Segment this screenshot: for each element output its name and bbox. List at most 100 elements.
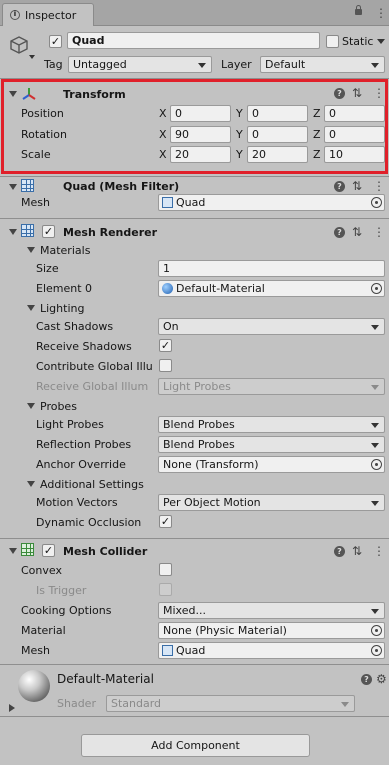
receive-shadows-checkbox[interactable]: ✓ [159, 339, 172, 352]
lighting-foldout-arrow-icon[interactable] [27, 305, 35, 311]
mesh-collider-menu-icon[interactable]: ⋮ [373, 544, 385, 558]
receive-shadows-label: Receive Shadows [36, 340, 132, 353]
collider-mesh-label: Mesh [21, 644, 50, 657]
mesh-renderer-presets-icon[interactable]: ⇅ [352, 225, 362, 239]
contribute-gi-label: Contribute Global Illu [36, 360, 153, 373]
transform-title: Transform [63, 88, 126, 101]
probes-label: Probes [40, 400, 77, 413]
scale-z-label[interactable]: Z [313, 148, 321, 161]
element0-value: Default-Material [176, 282, 265, 295]
light-probes-dropdown[interactable]: Blend Probes [158, 416, 385, 433]
cast-shadows-label: Cast Shadows [36, 320, 114, 333]
mesh-renderer-menu-icon[interactable]: ⋮ [373, 225, 385, 239]
rotation-x-label[interactable]: X [159, 128, 167, 141]
mesh-collider-help-icon[interactable]: ? [334, 546, 345, 557]
gameobject-name-field[interactable]: Quad [67, 32, 320, 49]
material-gear-icon[interactable]: ⚙ [376, 672, 387, 686]
collider-material-picker-icon[interactable] [371, 625, 382, 636]
cast-shadows-dropdown[interactable]: On [158, 318, 385, 335]
icon-dropdown-arrow-icon[interactable] [29, 55, 35, 59]
mesh-collider-presets-icon[interactable]: ⇅ [352, 544, 362, 558]
mesh-filter-foldout-arrow-icon[interactable] [9, 184, 17, 190]
motion-vectors-dropdown[interactable]: Per Object Motion [158, 494, 385, 511]
position-label: Position [21, 107, 64, 120]
material-foldout-arrow-icon[interactable] [9, 704, 15, 712]
mesh-filter-mesh-picker-icon[interactable] [371, 197, 382, 208]
position-x-field[interactable]: 0 [170, 105, 231, 122]
anchor-override-field[interactable]: None (Transform) [158, 456, 385, 473]
mesh-filter-title: Quad (Mesh Filter) [63, 180, 180, 193]
mesh-icon [162, 645, 173, 656]
static-checkbox[interactable] [326, 35, 339, 48]
mesh-collider-enabled-checkbox[interactable]: ✓ [42, 544, 55, 557]
is-trigger-label: Is Trigger [36, 584, 87, 597]
mesh-renderer-icon [21, 224, 34, 237]
size-field[interactable]: 1 [158, 260, 385, 277]
transform-menu-icon[interactable]: ⋮ [373, 86, 385, 100]
transform-foldout-arrow-icon[interactable] [9, 91, 17, 97]
shader-dropdown: Standard [106, 695, 355, 712]
mesh-filter-menu-icon[interactable]: ⋮ [373, 179, 385, 193]
mesh-filter-help-icon[interactable]: ? [334, 181, 345, 192]
material-help-icon[interactable]: ? [361, 674, 372, 685]
layer-dropdown[interactable]: Default [260, 56, 385, 73]
collider-mesh-value: Quad [176, 644, 206, 657]
transform-help-icon[interactable]: ? [334, 88, 345, 99]
shader-label: Shader [57, 697, 96, 710]
materials-foldout-arrow-icon[interactable] [27, 247, 35, 253]
element0-field[interactable]: Default-Material [158, 280, 385, 297]
add-component-button[interactable]: Add Component [81, 734, 310, 757]
tag-dropdown[interactable]: Untagged [68, 56, 212, 73]
additional-settings-foldout-arrow-icon[interactable] [27, 481, 35, 487]
collider-material-field[interactable]: None (Physic Material) [158, 622, 385, 639]
reflection-probes-dropdown[interactable]: Blend Probes [158, 436, 385, 453]
contribute-gi-checkbox[interactable] [159, 359, 172, 372]
mesh-collider-foldout-arrow-icon[interactable] [9, 548, 17, 554]
position-z-field[interactable]: 0 [324, 105, 385, 122]
convex-checkbox[interactable] [159, 563, 172, 576]
mesh-renderer-enabled-checkbox[interactable]: ✓ [42, 225, 55, 238]
scale-y-field[interactable]: 20 [247, 146, 308, 163]
rotation-y-field[interactable]: 0 [247, 126, 308, 143]
static-dropdown-arrow-icon[interactable] [377, 39, 385, 44]
scale-z-field[interactable]: 10 [324, 146, 385, 163]
mesh-renderer-foldout-arrow-icon[interactable] [9, 229, 17, 235]
scale-x-field[interactable]: 20 [170, 146, 231, 163]
rotation-x-field[interactable]: 90 [170, 126, 231, 143]
probes-foldout-arrow-icon[interactable] [27, 403, 35, 409]
static-label: Static [342, 35, 374, 48]
inspector-tab[interactable]: i Inspector [2, 3, 94, 26]
dynamic-occlusion-label: Dynamic Occlusion [36, 516, 142, 529]
mesh-filter-mesh-label: Mesh [21, 196, 50, 209]
collider-mesh-picker-icon[interactable] [371, 645, 382, 656]
lighting-label: Lighting [40, 302, 85, 315]
mesh-filter-presets-icon[interactable]: ⇅ [352, 179, 362, 193]
tag-label: Tag [44, 58, 63, 71]
info-icon: i [10, 10, 20, 20]
mesh-collider-title: Mesh Collider [63, 545, 148, 558]
scale-x-label[interactable]: X [159, 148, 167, 161]
collider-mesh-field[interactable]: Quad [158, 642, 385, 659]
mesh-filter-mesh-field[interactable]: Quad [158, 194, 385, 211]
rotation-y-label[interactable]: Y [236, 128, 243, 141]
transform-presets-icon[interactable]: ⇅ [352, 86, 362, 100]
gameobject-cube-icon [9, 35, 29, 55]
anchor-override-picker-icon[interactable] [371, 459, 382, 470]
collider-material-label: Material [21, 624, 66, 637]
mesh-renderer-help-icon[interactable]: ? [334, 227, 345, 238]
gameobject-active-checkbox[interactable]: ✓ [49, 35, 62, 48]
position-x-label[interactable]: X [159, 107, 167, 120]
rotation-z-label[interactable]: Z [313, 128, 321, 141]
receive-gi-dropdown: Light Probes [158, 378, 385, 395]
position-y-label[interactable]: Y [236, 107, 243, 120]
position-z-label[interactable]: Z [313, 107, 321, 120]
tab-menu-icon[interactable]: ⋮ [375, 6, 387, 20]
scale-y-label[interactable]: Y [236, 148, 243, 161]
element0-picker-icon[interactable] [371, 283, 382, 294]
rotation-z-field[interactable]: 0 [324, 126, 385, 143]
dynamic-occlusion-checkbox[interactable]: ✓ [159, 515, 172, 528]
position-y-field[interactable]: 0 [247, 105, 308, 122]
cooking-options-dropdown[interactable]: Mixed... [158, 602, 385, 619]
divider [0, 218, 389, 219]
divider [0, 716, 389, 717]
